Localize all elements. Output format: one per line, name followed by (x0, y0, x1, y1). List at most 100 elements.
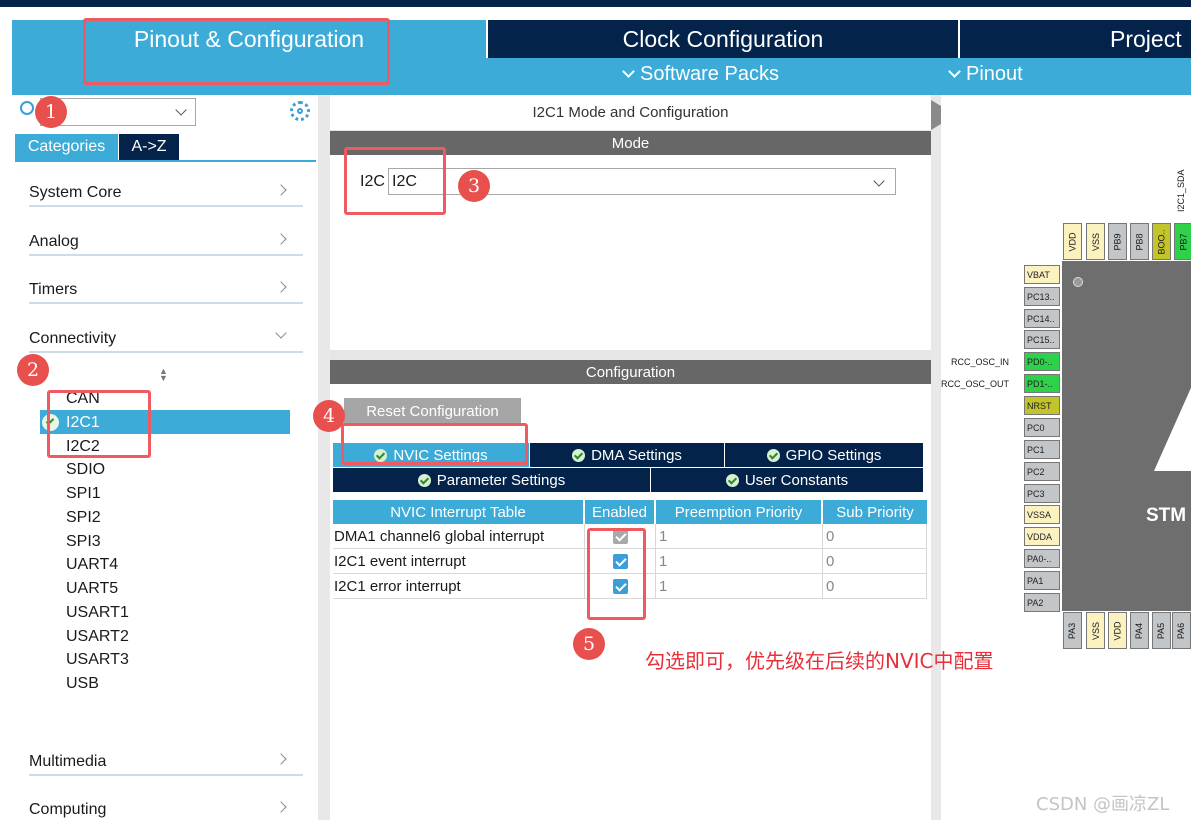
pin-left[interactable]: PD1-.. (1024, 374, 1060, 393)
pin-bottom[interactable]: PA6 (1172, 612, 1191, 649)
pin-label: PB7 (1178, 232, 1189, 251)
tab-a-to-z[interactable]: A->Z (119, 134, 179, 160)
col-header-sub-priority[interactable]: Sub Priority (823, 500, 927, 524)
reset-configuration-button[interactable]: Reset Configuration (344, 398, 521, 425)
category-multimedia[interactable]: Multimedia (29, 750, 303, 776)
pin-label: PB8 (1134, 232, 1145, 251)
pin-left[interactable]: PC14.. (1024, 309, 1060, 328)
pin-left[interactable]: PC3 (1024, 484, 1060, 503)
periph-spi3[interactable]: SPI3 (66, 533, 101, 551)
sub-priority-value[interactable]: 0 (823, 549, 927, 574)
annotation-box (47, 390, 151, 458)
periph-spi2[interactable]: SPI2 (66, 509, 101, 527)
panel-title: I2C1 Mode and Configuration (330, 95, 931, 130)
periph-usb[interactable]: USB (66, 675, 99, 693)
gear-icon[interactable] (290, 101, 310, 121)
pinout-menu[interactable]: Pinout (948, 63, 1023, 86)
signal-label: I2C1_SDA (1176, 169, 1186, 212)
pin-bottom[interactable]: VDD (1108, 612, 1127, 649)
annotation-marker: 5 (573, 628, 605, 660)
pin-left[interactable]: PD0-.. (1024, 352, 1060, 371)
category-system-core[interactable]: System Core (29, 181, 303, 207)
category-computing[interactable]: Computing (29, 798, 303, 820)
tab-clock-configuration[interactable]: Clock Configuration (488, 20, 958, 58)
category-label: System Core (29, 184, 122, 201)
category-label: Connectivity (29, 330, 117, 347)
pin-label: VDD (1112, 620, 1123, 641)
pin-left[interactable]: NRST (1024, 396, 1060, 415)
pin-label: BOO.. (1156, 228, 1167, 255)
splitter[interactable] (931, 95, 941, 820)
category-timers[interactable]: Timers (29, 278, 303, 304)
software-packs-menu[interactable]: Software Packs (622, 63, 779, 86)
chevron-right-icon (275, 801, 287, 813)
chevron-down-icon (622, 65, 635, 78)
interrupt-name: I2C1 event interrupt (333, 549, 585, 574)
pin-left[interactable]: VSSA (1024, 505, 1060, 524)
sort-icon[interactable]: ▲ ▼ (159, 367, 168, 383)
pin-left[interactable]: PC0 (1024, 418, 1060, 437)
pinout-label: Pinout (966, 63, 1023, 85)
pin-left[interactable]: PC1 (1024, 440, 1060, 459)
pin-bottom[interactable]: PA3 (1063, 612, 1082, 649)
pin-left[interactable]: PA1 (1024, 571, 1060, 590)
pin-label: PB9 (1112, 232, 1123, 251)
col-header-interrupt[interactable]: NVIC Interrupt Table (333, 500, 583, 524)
splitter[interactable] (318, 95, 330, 820)
annotation-marker: 1 (35, 96, 67, 128)
category-label: Computing (29, 801, 107, 818)
chevron-down-icon (275, 327, 287, 339)
pin-top[interactable]: VSS (1086, 223, 1105, 260)
pin-label: PA6 (1176, 622, 1187, 639)
chevron-right-icon (275, 281, 287, 293)
pin-left[interactable]: PA0-.. (1024, 549, 1060, 568)
pin-top[interactable]: PB8 (1130, 223, 1149, 260)
pin-label: PA4 (1134, 622, 1145, 639)
periph-usart2[interactable]: USART2 (66, 628, 129, 646)
annotation-box (83, 18, 390, 85)
category-label: Timers (29, 281, 78, 298)
tab-project[interactable]: Project (960, 20, 1191, 58)
pin-label: PA5 (1156, 622, 1167, 639)
pin-bottom[interactable]: PA4 (1130, 612, 1149, 649)
pin-left[interactable]: PC15.. (1024, 330, 1060, 349)
pin-bottom[interactable]: PA5 (1152, 612, 1171, 649)
pin-left[interactable]: PC2 (1024, 462, 1060, 481)
pin-label: VSS (1090, 232, 1101, 251)
pin-left[interactable]: PA2 (1024, 593, 1060, 612)
col-header-preemption[interactable]: Preemption Priority (656, 500, 821, 524)
preemption-value[interactable]: 1 (656, 574, 823, 599)
chip-label: STM (1146, 505, 1187, 526)
pin-left[interactable]: VDDA (1024, 527, 1060, 546)
interrupt-name: DMA1 channel6 global interrupt (333, 524, 585, 549)
pin-top[interactable]: PB7 (1174, 223, 1191, 260)
pin-top[interactable]: BOO.. (1152, 223, 1171, 260)
pin-top[interactable]: VDD (1063, 223, 1082, 260)
pin-bottom[interactable]: VSS (1086, 612, 1105, 649)
software-packs-label: Software Packs (640, 63, 779, 85)
tab-categories[interactable]: Categories (15, 134, 118, 160)
periph-uart4[interactable]: UART4 (66, 556, 118, 574)
tab-label: Parameter Settings (436, 471, 566, 489)
pin-top[interactable]: PB9 (1108, 223, 1127, 260)
tab-user-constants[interactable]: User Constants (651, 468, 923, 492)
category-analog[interactable]: Analog (29, 230, 303, 256)
tab-dma-settings[interactable]: DMA Settings (530, 443, 724, 467)
preemption-value[interactable]: 1 (656, 549, 823, 574)
col-header-enabled[interactable]: Enabled (585, 500, 654, 524)
tab-underline (15, 160, 316, 162)
periph-uart5[interactable]: UART5 (66, 580, 118, 598)
search-icon[interactable] (20, 101, 34, 115)
pin-left[interactable]: PC13.. (1024, 287, 1060, 306)
tab-parameter-settings[interactable]: Parameter Settings (333, 468, 650, 492)
category-connectivity[interactable]: Connectivity (29, 327, 303, 353)
pin-left[interactable]: VBAT (1024, 265, 1060, 284)
watermark: CSDN @画凉ZL (1036, 794, 1170, 815)
periph-spi1[interactable]: SPI1 (66, 485, 101, 503)
annotation-box (587, 528, 646, 620)
periph-usart3[interactable]: USART3 (66, 651, 129, 669)
periph-sdio[interactable]: SDIO (66, 461, 105, 479)
tab-gpio-settings[interactable]: GPIO Settings (725, 443, 923, 467)
periph-usart1[interactable]: USART1 (66, 604, 129, 622)
sub-priority-value[interactable]: 0 (823, 574, 927, 599)
